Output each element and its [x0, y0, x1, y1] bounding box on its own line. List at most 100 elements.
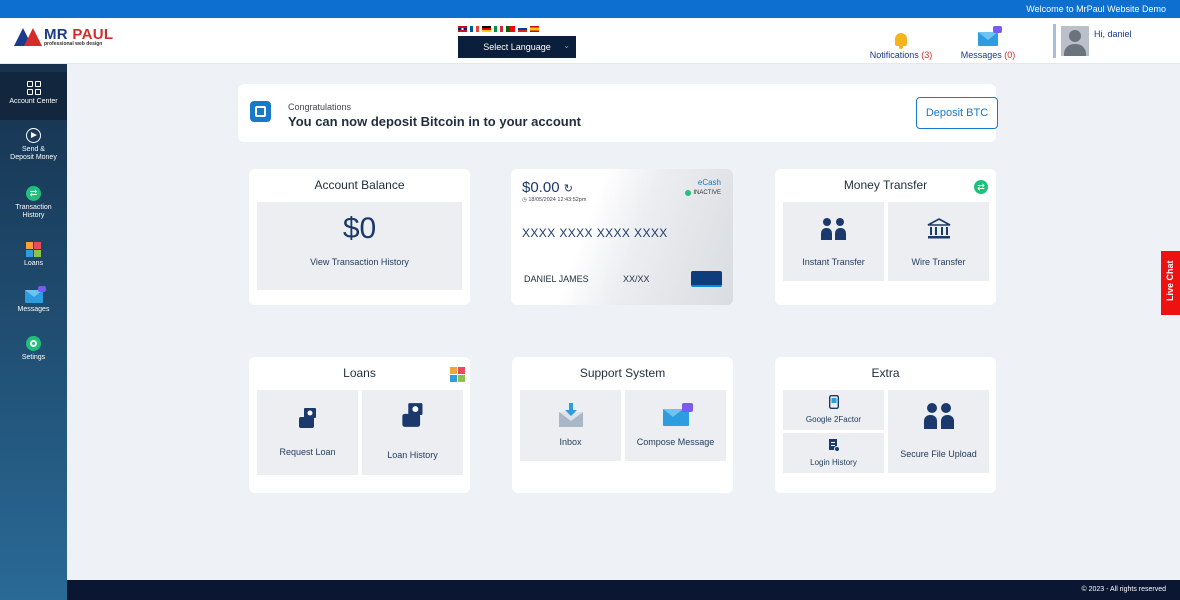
sidebar: Account Center Send & Deposit Money ⇄ Tr… — [0, 64, 67, 600]
tile-label: Inbox — [559, 437, 582, 447]
sidebar-item-messages[interactable]: Messages — [0, 286, 67, 314]
clock-icon: ◷ — [522, 197, 527, 203]
tile-label: Secure File Upload — [900, 449, 977, 459]
refresh-icon[interactable]: ↻ — [564, 183, 573, 195]
sidebar-item-account-center[interactable]: Account Center — [0, 72, 67, 120]
user-menu[interactable]: Hi, daniel — [1053, 24, 1132, 58]
document-icon — [828, 439, 840, 452]
uk-flag-icon[interactable] — [458, 26, 467, 32]
ecash-brand: eCash — [697, 178, 721, 187]
loans-icon — [450, 367, 466, 382]
tile-label: Loan History — [387, 450, 438, 460]
sidebar-item-label: Messages — [17, 306, 50, 313]
tile-label: Login History — [810, 458, 857, 467]
notifications-button[interactable]: Notifications (3) — [868, 24, 934, 60]
language-select[interactable]: Select Language ⌄ — [458, 36, 576, 58]
ecash-date: 18/05/2024 12:43:52pm — [528, 197, 587, 203]
people-transfer-icon — [923, 403, 954, 429]
avatar — [1061, 26, 1089, 56]
top-welcome-bar: Welcome to MrPaul Website Demo — [0, 0, 1180, 18]
italy-flag-icon[interactable] — [494, 26, 503, 32]
tile-label: Wire Transfer — [911, 257, 966, 267]
sidebar-item-send-deposit[interactable]: Send & Deposit Money — [0, 128, 67, 161]
sidebar-item-label: Send & Deposit Money — [10, 146, 57, 161]
sidebar-item-transaction-history[interactable]: ⇄ Transaction History — [0, 186, 67, 219]
google-2factor-tile[interactable]: Google 2Factor — [783, 390, 884, 430]
tile-label: Compose Message — [636, 437, 715, 447]
money-hand-icon — [298, 408, 316, 428]
money-transfer-card: Money Transfer ⇄ Instant Transfer Wire T… — [775, 169, 996, 305]
germany-flag-icon[interactable] — [482, 26, 491, 32]
envelope-icon — [978, 26, 1002, 46]
portugal-flag-icon[interactable] — [506, 26, 515, 32]
compose-message-tile[interactable]: Compose Message — [625, 390, 726, 461]
bitcoin-banner: Congratulations You can now deposit Bitc… — [238, 84, 998, 142]
money-hand-icon — [401, 403, 422, 427]
site-logo[interactable]: MR PAUL professional web design — [14, 26, 113, 48]
deposit-btc-button[interactable]: Deposit BTC — [916, 97, 998, 129]
instant-transfer-icon — [820, 218, 847, 240]
loan-history-tile[interactable]: Loan History — [362, 390, 463, 475]
grid-icon — [26, 81, 41, 95]
inbox-icon — [558, 403, 583, 427]
card-title: Support System — [579, 366, 666, 380]
russia-flag-icon[interactable] — [518, 26, 527, 32]
sidebar-item-loans[interactable]: Loans — [0, 242, 67, 268]
france-flag-icon[interactable] — [470, 26, 479, 32]
balance-tile[interactable]: $0 View Transaction History — [257, 202, 462, 290]
card-number: XXXX XXXX XXXX XXXX — [522, 226, 668, 240]
user-greeting: Hi, daniel — [1094, 29, 1132, 39]
copyright-text: © 2023 - All rights reserved — [1081, 586, 1166, 593]
inbox-tile[interactable]: Inbox — [520, 390, 621, 461]
secure-file-upload-tile[interactable]: Secure File Upload — [888, 390, 989, 473]
live-chat-label: Live Chat — [1165, 260, 1175, 301]
notifications-count: (3) — [921, 50, 933, 60]
ecash-status-text: INACTIVE — [693, 190, 721, 196]
ecash-amount: $0.00 — [522, 179, 560, 196]
spain-flag-icon[interactable] — [530, 26, 539, 32]
language-select-label: Select Language — [483, 42, 551, 52]
send-icon — [26, 128, 41, 143]
card-title: Extra — [871, 366, 900, 380]
balance-amount: $0 — [342, 212, 377, 245]
sidebar-item-label: Loans — [23, 260, 44, 267]
card-holder: DANIEL JAMES — [524, 274, 589, 284]
support-system-card: Support System Inbox Compose Message — [512, 357, 733, 493]
request-loan-tile[interactable]: Request Loan — [257, 390, 358, 475]
tile-label: Instant Transfer — [802, 257, 865, 267]
chevron-down-icon: ⌄ — [563, 41, 570, 50]
wire-transfer-tile[interactable]: Wire Transfer — [888, 202, 989, 281]
login-history-tile[interactable]: Login History — [783, 433, 884, 473]
card-chip-icon — [691, 271, 722, 287]
messages-count: (0) — [1004, 50, 1016, 60]
header: MR PAUL professional web design Select L… — [0, 18, 1180, 64]
welcome-text: Welcome to MrPaul Website Demo — [1026, 4, 1166, 14]
compose-envelope-icon — [662, 403, 693, 426]
banner-subtitle: Congratulations — [288, 102, 352, 112]
view-transaction-history-link[interactable]: View Transaction History — [257, 257, 462, 267]
sidebar-item-settings[interactable]: Setings — [0, 336, 67, 362]
loans-card: Loans Request Loan Loan History — [249, 357, 470, 493]
loans-icon — [25, 242, 42, 257]
check-icon — [685, 190, 692, 196]
extra-card: Extra Google 2Factor Login History Secur… — [775, 357, 996, 493]
tile-label: Request Loan — [279, 447, 336, 457]
messages-button[interactable]: Messages (0) — [958, 24, 1018, 60]
logo-mark-icon — [14, 26, 42, 48]
sidebar-item-label: Setings — [21, 354, 46, 361]
card-title: Money Transfer — [843, 178, 928, 192]
instant-transfer-tile[interactable]: Instant Transfer — [783, 202, 884, 281]
notifications-label: Notifications — [869, 50, 919, 60]
tile-label: Google 2Factor — [805, 415, 862, 424]
bank-icon — [927, 218, 950, 239]
banner-title: You can now deposit Bitcoin in to your a… — [288, 114, 581, 129]
account-balance-card: Account Balance $0 View Transaction Hist… — [249, 169, 470, 305]
phone-icon — [828, 394, 839, 410]
transfer-icon: ⇄ — [974, 180, 988, 194]
sidebar-item-label: Transaction History — [15, 204, 52, 219]
live-chat-button[interactable]: Live Chat — [1161, 251, 1180, 315]
transfer-icon: ⇄ — [26, 186, 41, 201]
ecash-card[interactable]: $0.00 ↻ ◷ 18/05/2024 12:43:52pm eCash IN… — [511, 169, 733, 305]
envelope-icon — [24, 286, 46, 303]
footer: © 2023 - All rights reserved — [67, 580, 1180, 600]
